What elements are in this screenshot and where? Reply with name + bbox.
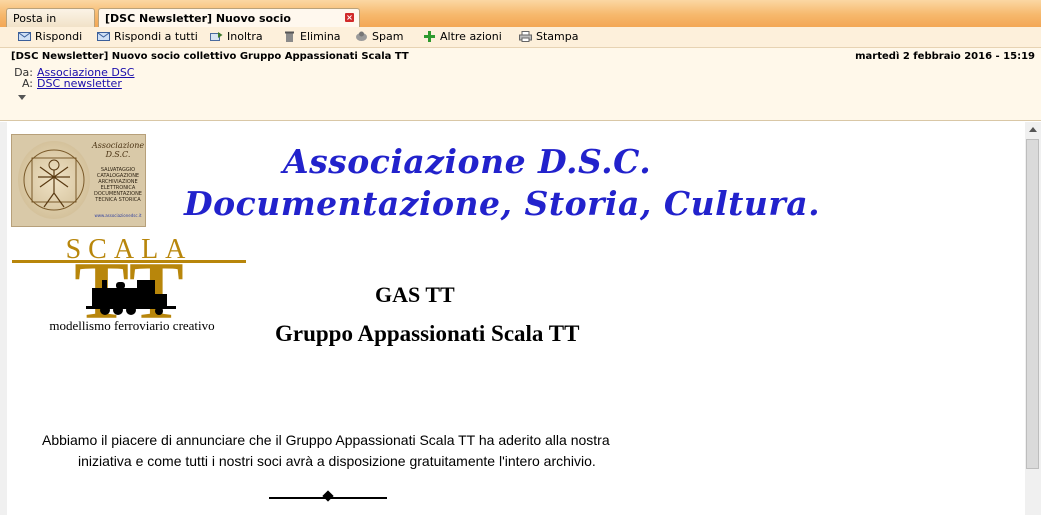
- trash-icon: [285, 31, 294, 42]
- to-row: A: DSC newsletter: [0, 77, 122, 90]
- to-link[interactable]: DSC newsletter: [37, 77, 122, 90]
- vitruvian-man-emblem: [18, 141, 90, 219]
- more-actions-button[interactable]: Altre azioni: [423, 29, 502, 45]
- dsc-logo-lines: SALVATAGGIO CATALOGAZIONE ARCHIVIAZIONE …: [94, 167, 142, 203]
- gas-title: GAS TT: [375, 282, 455, 307]
- scrollbar-thumb[interactable]: [1026, 139, 1039, 469]
- tab-message[interactable]: [DSC Newsletter] Nuovo socio collettivo …: [98, 8, 360, 44]
- delete-button[interactable]: Elimina: [283, 29, 341, 45]
- scala-tt-logo: SCALA TT modellismo ferroviario creativo: [12, 234, 246, 336]
- close-icon[interactable]: ×: [345, 13, 354, 22]
- forward-button[interactable]: Inoltra: [210, 29, 263, 45]
- spam-label: Spam: [372, 30, 404, 43]
- spam-icon: [356, 31, 367, 41]
- tab-bar: Posta in arrivo [DSC Newsletter] Nuovo s…: [0, 0, 1041, 44]
- reply-all-icon: [97, 32, 110, 41]
- reply-label: Rispondi: [35, 30, 83, 43]
- scroll-up-icon[interactable]: [1029, 127, 1037, 132]
- to-label: A:: [21, 77, 33, 90]
- reply-icon: [18, 32, 31, 41]
- tab-inbox[interactable]: Posta in arrivo: [6, 8, 95, 44]
- plus-icon: [424, 31, 435, 42]
- tt-logo-tagline: modellismo ferroviario creativo: [49, 318, 214, 333]
- delete-label: Elimina: [300, 30, 341, 43]
- dsc-logo-url: www.associazionedsc.it: [94, 213, 142, 218]
- message-date: martedì 2 febbraio 2016 - 15:19: [855, 51, 1035, 62]
- reply-all-label: Rispondi a tutti: [114, 30, 198, 43]
- print-label: Stampa: [536, 30, 579, 43]
- forward-icon: [210, 32, 223, 41]
- gas-subtitle: Gruppo Appassionati Scala TT: [275, 321, 580, 346]
- message-toolbar: Rispondi Rispondi a tutti Inoltra Elimin…: [0, 27, 1041, 48]
- reply-button[interactable]: Rispondi: [18, 29, 82, 45]
- message-body: Associazione D.S.C. SALVATAGGIO CATALOGA…: [7, 122, 1025, 515]
- vertical-scrollbar[interactable]: [1025, 122, 1041, 515]
- message-subject: [DSC Newsletter] Nuovo socio collettivo …: [11, 51, 409, 62]
- association-title: Associazione D.S.C.: [283, 142, 652, 181]
- message-header: [DSC Newsletter] Nuovo socio collettivo …: [0, 48, 1041, 121]
- print-button[interactable]: Stampa: [519, 29, 578, 45]
- spam-button[interactable]: Spam: [355, 29, 403, 45]
- forward-label: Inoltra: [227, 30, 263, 43]
- association-motto: Documentazione, Storia, Cultura.: [184, 184, 821, 223]
- dsc-logo-image: Associazione D.S.C. SALVATAGGIO CATALOGA…: [11, 134, 146, 227]
- more-actions-label: Altre azioni: [440, 30, 502, 43]
- dsc-logo-name: Associazione D.S.C.: [92, 141, 145, 159]
- announcement-line-2: iniziativa e come tutti i nostri soci av…: [78, 453, 596, 469]
- announcement-line-1: Abbiamo il piacere di annunciare che il …: [42, 432, 610, 448]
- divider-diamond: [322, 490, 334, 502]
- printer-icon: [519, 31, 532, 42]
- expand-header-icon[interactable]: [18, 95, 26, 100]
- reply-all-button[interactable]: Rispondi a tutti: [97, 29, 198, 45]
